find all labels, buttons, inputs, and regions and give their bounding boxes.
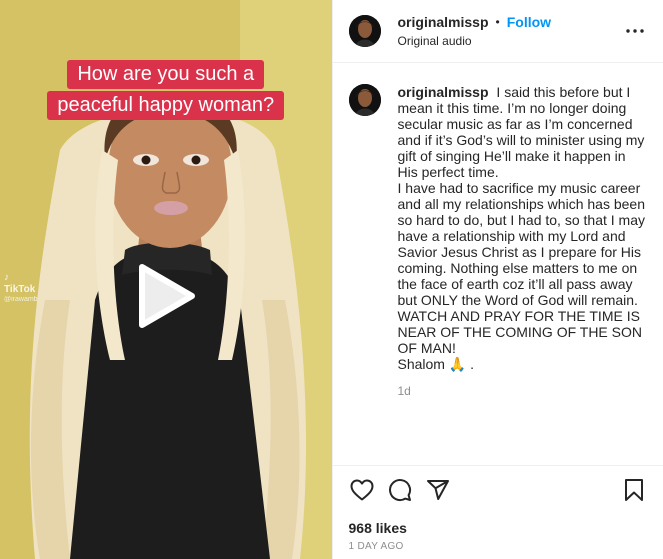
comment-button[interactable]	[381, 471, 419, 509]
share-button[interactable]	[419, 471, 457, 509]
caption-paragraph: I have had to sacrifice my music career …	[397, 180, 649, 308]
header-username[interactable]: originalmissp	[398, 14, 489, 30]
action-bar	[332, 465, 663, 513]
caption-paragraph: originalmissp I said this before but I m…	[398, 84, 648, 180]
instagram-post: How are you such a peaceful happy woman?…	[0, 0, 663, 559]
like-button[interactable]	[343, 471, 381, 509]
more-horizontal-icon	[626, 29, 644, 33]
post-caption: originalmissp I said this before but I m…	[348, 84, 648, 399]
tiktok-watermark: ♪ TikTok @irawamb	[4, 272, 38, 303]
posted-date: 1 DAY AGO	[348, 541, 404, 552]
caption-paragraph: WATCH AND PRAY FOR THE TIME IS NEAR OF T…	[397, 308, 646, 356]
separator-dot: •	[495, 15, 500, 29]
original-audio-link[interactable]: Original audio	[398, 34, 624, 48]
avatar-image	[348, 84, 381, 116]
post-header: originalmissp • Follow Original audio	[332, 0, 663, 63]
overlay-line: How are you such a	[67, 60, 265, 89]
avatar-image	[348, 15, 381, 47]
tiktok-handle: @irawamb	[4, 296, 38, 303]
caption-body: originalmissp I said this before but I m…	[398, 84, 648, 399]
tiktok-logo-icon: ♪	[4, 272, 9, 283]
caption-avatar[interactable]	[348, 84, 381, 116]
post-video[interactable]: How are you such a peaceful happy woman?…	[0, 0, 332, 559]
caption-username[interactable]: originalmissp	[398, 84, 489, 100]
tiktok-brand: TikTok	[4, 284, 36, 295]
comments-section[interactable]: originalmissp I said this before but I m…	[333, 64, 663, 465]
save-button[interactable]	[615, 471, 653, 509]
play-icon	[139, 264, 195, 328]
play-button[interactable]	[126, 256, 206, 336]
header-user-row: originalmissp • Follow	[398, 14, 624, 30]
caption-time-ago[interactable]: 1d	[398, 383, 648, 399]
comment-icon	[388, 478, 411, 501]
heart-icon	[350, 479, 373, 500]
header-text: originalmissp • Follow Original audio	[398, 14, 624, 48]
follow-button[interactable]: Follow	[507, 14, 551, 30]
avatar[interactable]	[348, 15, 381, 47]
video-caption-overlay: How are you such a peaceful happy woman?	[0, 60, 332, 120]
likes-count[interactable]: 968 likes	[349, 520, 407, 536]
more-options-button[interactable]	[623, 19, 647, 43]
bookmark-icon	[625, 478, 643, 501]
overlay-line: peaceful happy woman?	[47, 91, 285, 120]
caption-paragraph: Shalom 🙏 .	[397, 356, 475, 372]
share-icon	[426, 479, 449, 500]
post-details-panel: originalmissp • Follow Original audio or…	[331, 0, 663, 559]
